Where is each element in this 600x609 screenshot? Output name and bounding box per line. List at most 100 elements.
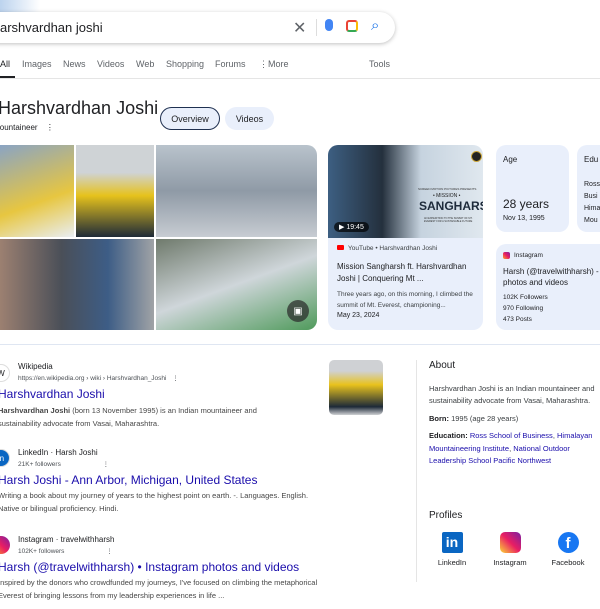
birth-date: Nov 13, 1995 [503, 215, 545, 222]
linkedin-icon: in [441, 532, 463, 553]
photo-snow-trek[interactable]: ▣ [156, 239, 317, 330]
photo-portrait-hat[interactable] [0, 239, 154, 330]
profile-linkedin[interactable]: in LinkedIn [432, 532, 472, 567]
search-input[interactable]: arshvardhan joshi [0, 20, 103, 35]
favicon-text: in [0, 453, 5, 463]
instagram-card-source-text: Instagram [514, 252, 543, 260]
tab-forums[interactable]: Forums [215, 59, 246, 69]
education-label: Edu [584, 155, 599, 164]
born-label: Born: [429, 413, 449, 423]
age-label: Age [503, 155, 518, 164]
tab-images[interactable]: Images [22, 59, 52, 69]
more-options-icon[interactable]: ⋮ [106, 548, 113, 555]
snippet-text: Inspired by the donors who crowdfunded m… [0, 578, 318, 587]
result-url: 21K+ followers ⋮ [18, 460, 109, 468]
born-value: 1995 (age 28 years) [449, 413, 519, 423]
video-title[interactable]: Mission Sangharsh ft. Harshvardhan Joshi… [337, 261, 477, 285]
header-decoration [0, 0, 40, 12]
facebook-icon: f [557, 532, 579, 553]
education-card[interactable]: Edu Ross Busi Hima Mou [577, 145, 600, 232]
tab-tools[interactable]: Tools [369, 59, 390, 69]
video-thumbnail[interactable]: SCREEN MOTION PICTURES PRESENTS • MISSIO… [328, 145, 483, 238]
more-options-icon[interactable]: ⋮ [172, 375, 179, 382]
result-snippet: Harshvardhan Joshi (born 13 November 199… [0, 404, 257, 430]
result-instagram: Instagram · travelwithharsh 102K+ follow… [0, 529, 400, 609]
image-grid: ▣ [0, 145, 317, 330]
entity-subtitle: lountaineer ⋮ [0, 123, 54, 132]
search-box[interactable]: arshvardhan joshi ✕ ⌕ [0, 12, 395, 43]
education-link[interactable]: Ross School of Business [470, 431, 553, 440]
tab-videos[interactable]: Videos [97, 59, 124, 69]
camera-lens-icon[interactable] [346, 20, 358, 32]
posts-count: 473 Posts [503, 316, 532, 323]
result-thumbnail[interactable] [329, 360, 383, 415]
education-line: Ross [584, 181, 600, 188]
snippet-text: Everest of bringing lessons from my lead… [0, 591, 225, 600]
tab-more-label: More [268, 59, 289, 69]
result-snippet: Writing a book about my journey of years… [0, 489, 308, 515]
profile-label: Facebook [551, 558, 585, 567]
more-options-icon[interactable]: ⋮ [103, 461, 110, 468]
video-card[interactable]: SCREEN MOTION PICTURES PRESENTS • MISSIO… [328, 145, 483, 330]
age-card[interactable]: Age 28 years Nov 13, 1995 [496, 145, 569, 232]
photo-climber-snow[interactable] [0, 145, 74, 237]
youtube-icon [337, 245, 344, 250]
instagram-card[interactable]: Instagram Harsh (@travelwithharsh) - pho… [496, 244, 600, 330]
tab-shopping[interactable]: Shopping [166, 59, 204, 69]
result-title-link[interactable]: Harsh (@travelwithharsh) • Instagram pho… [0, 560, 299, 574]
about-text: Harshvardhan Joshi is an Indian mountain… [429, 383, 595, 393]
instagram-card-source: Instagram [503, 252, 543, 259]
pill-videos[interactable]: Videos [225, 107, 274, 130]
snippet-bold: Harshvardhan Joshi [0, 406, 71, 415]
clear-icon[interactable]: ✕ [293, 18, 306, 38]
tab-all[interactable]: All [0, 59, 10, 69]
tab-web[interactable]: Web [136, 59, 154, 69]
profiles-heading: Profiles [429, 510, 463, 521]
age-value: 28 years [503, 197, 550, 211]
result-title-link[interactable]: Harshvardhan Joshi [0, 387, 105, 401]
education-fact: Education: Ross School of Business, Hima… [429, 431, 593, 465]
instagram-icon [503, 252, 510, 259]
result-title-link[interactable]: Harsh Joshi - Ann Arbor, Michigan, Unite… [0, 473, 257, 487]
video-source: YouTube • Harshvardhan Joshi [337, 245, 437, 252]
born-fact: Born: 1995 (age 28 years) [429, 413, 600, 426]
snippet-text: Writing a book about my journey of years… [0, 491, 309, 500]
education-line: Mou [584, 217, 598, 224]
video-duration: 19:45 [346, 224, 364, 231]
image-gallery-icon[interactable]: ▣ [287, 300, 309, 322]
result-source: LinkedIn · Harsh Joshi [18, 448, 98, 457]
thumb-subtitle: AN EXPEDITION TO THE SUMMIT OF MT. EVERE… [424, 217, 473, 223]
profile-facebook[interactable]: f Facebook [548, 532, 588, 567]
education-line: Hima [584, 205, 600, 212]
profile-instagram[interactable]: Instagram [490, 532, 530, 567]
result-linkedin: in LinkedIn · Harsh Joshi 21K+ followers… [0, 442, 400, 522]
following-count: 970 Following [503, 305, 544, 312]
about-text: sustainability advocate from Vasai, Maha… [429, 396, 591, 405]
video-date: May 23, 2024 [337, 312, 380, 319]
education-lines: Ross Busi Hima Mou [584, 179, 600, 227]
result-source: Instagram · travelwithharsh [18, 535, 115, 544]
pill-overview[interactable]: Overview [160, 107, 220, 130]
profile-label: LinkedIn [437, 558, 467, 567]
about-heading: About [429, 360, 456, 371]
result-url: 102K+ followers ⋮ [18, 547, 113, 555]
result-followers: 21K+ followers [18, 461, 61, 468]
photo-yellow-jacket[interactable] [76, 145, 154, 237]
instagram-favicon [0, 536, 10, 554]
video-duration-badge: ▶ 19:45 [334, 222, 369, 232]
result-followers: 102K+ followers [18, 548, 65, 555]
tab-more[interactable]: ⋮ More [259, 59, 289, 70]
photo-summit-camp[interactable] [156, 145, 317, 237]
thumb-caption: SCREEN MOTION PICTURES PRESENTS [418, 187, 477, 191]
snippet-text: sustainability advocate from Vasai, Maha… [0, 419, 160, 428]
search-icon[interactable]: ⌕ [371, 17, 379, 34]
entity-type: lountaineer [0, 123, 38, 132]
result-snippet: Inspired by the donors who crowdfunded m… [0, 576, 317, 602]
more-options-icon[interactable]: ⋮ [46, 123, 54, 132]
tab-news[interactable]: News [63, 59, 86, 69]
instagram-stats: 102K Followers 970 Following 473 Posts [503, 292, 548, 325]
microphone-icon[interactable] [325, 19, 333, 31]
about-panel: About Harshvardhan Joshi is an Indian mo… [429, 360, 600, 468]
followers-count: 102K Followers [503, 294, 548, 301]
linkedin-favicon: in [0, 449, 10, 467]
